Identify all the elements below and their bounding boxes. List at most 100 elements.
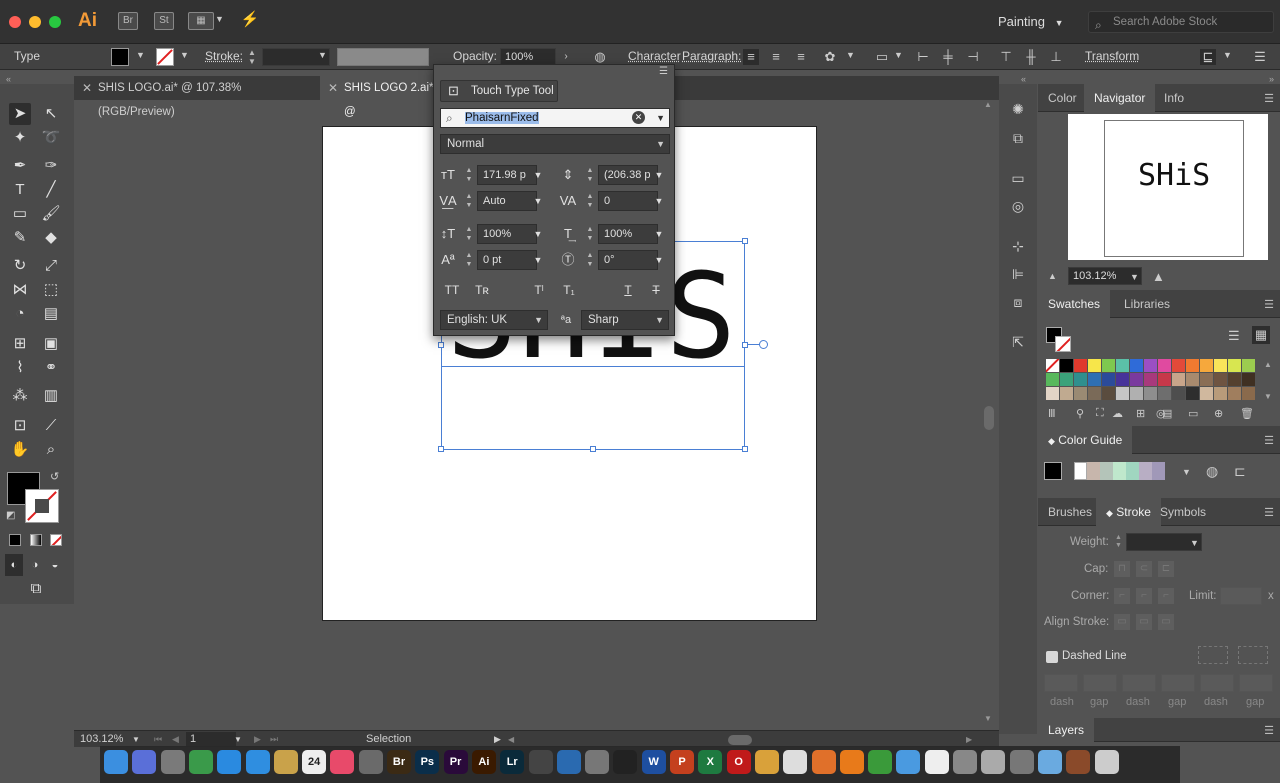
edit-colors-icon[interactable]: ◍: [1206, 463, 1218, 480]
close-icon[interactable]: ✕: [82, 76, 92, 100]
chevron-down-icon[interactable]: ▼: [215, 14, 224, 24]
dock-app-safari[interactable]: [245, 750, 270, 774]
save-color-group-icon[interactable]: ⊏: [1234, 463, 1246, 480]
dock-app-illustrator[interactable]: Ai: [471, 750, 496, 774]
dock-app-word[interactable]: W: [641, 750, 666, 774]
all-caps-icon[interactable]: TT: [442, 280, 462, 300]
close-window-button[interactable]: [9, 16, 21, 28]
grid-view-icon[interactable]: ▦: [1252, 326, 1270, 344]
resize-handle[interactable]: [438, 342, 444, 348]
line-segment-tool-icon[interactable]: ╱: [40, 179, 62, 201]
minimize-window-button[interactable]: [29, 16, 41, 28]
chevron-down-icon[interactable]: ▼: [528, 250, 548, 270]
transform-panel-link[interactable]: Transform: [1085, 49, 1139, 63]
chevron-down-icon[interactable]: ▼: [136, 50, 145, 60]
color-swatch[interactable]: [1102, 387, 1115, 400]
touch-type-tool-button[interactable]: ⊡ Touch Type Tool: [440, 80, 558, 102]
rectangle-tool-icon[interactable]: ▭: [9, 203, 31, 225]
dash-input-2[interactable]: [1122, 674, 1156, 692]
miter-join-icon[interactable]: ⌐: [1114, 588, 1130, 604]
dock-app-screenshot[interactable]: [1009, 750, 1034, 774]
gpu-performance-icon[interactable]: ⚡: [238, 12, 262, 30]
stepper-icon[interactable]: ▲ ▼: [464, 225, 474, 245]
panel-menu-icon[interactable]: ☰: [659, 66, 668, 77]
pathfinder-icon[interactable]: ⧈: [1009, 293, 1027, 311]
stepper-icon[interactable]: ▲ ▼: [585, 166, 595, 186]
dock-app-calendar[interactable]: 24: [302, 750, 327, 774]
color-swatch[interactable]: [1172, 387, 1185, 400]
panel-menu-icon[interactable]: ☰: [1252, 49, 1268, 65]
new-swatch-list-icon[interactable]: ▤: [1162, 407, 1172, 420]
color-guide-swatch[interactable]: [1074, 462, 1087, 480]
horizontal-scrollbar-thumb[interactable]: [728, 735, 752, 745]
perspective-grid-tool-icon[interactable]: ▤: [40, 303, 62, 325]
chevron-down-icon[interactable]: ▼: [649, 191, 669, 211]
dock-app-launchpad[interactable]: [160, 750, 185, 774]
symbol-sprayer-tool-icon[interactable]: ⁂: [9, 385, 31, 407]
chevron-down-icon[interactable]: ▼: [1130, 272, 1139, 282]
color-swatch[interactable]: [1214, 373, 1227, 386]
color-swatch[interactable]: [1158, 373, 1171, 386]
scroll-up-arrow[interactable]: ▲: [984, 100, 992, 109]
butt-cap-icon[interactable]: ⊓: [1114, 561, 1130, 577]
stroke-swatch[interactable]: [156, 48, 174, 66]
color-swatch[interactable]: [1130, 373, 1143, 386]
color-guide-swatch[interactable]: [1044, 462, 1062, 480]
color-swatch[interactable]: [1088, 387, 1101, 400]
font-style-select[interactable]: Normal ▼: [440, 134, 670, 154]
align-center-icon[interactable]: ≡: [768, 49, 784, 65]
align-panel-icon[interactable]: ⊫: [1009, 265, 1027, 283]
color-swatch[interactable]: [1130, 359, 1143, 372]
scroll-down-arrow[interactable]: ▼: [984, 714, 992, 723]
chevron-down-icon[interactable]: ▼: [656, 109, 665, 127]
curvature-tool-icon[interactable]: ✑: [40, 155, 62, 177]
cloud-icon[interactable]: ☁: [1112, 407, 1123, 420]
color-group-icon[interactable]: ⊞: [1136, 407, 1145, 420]
dock-app-document[interactable]: [924, 750, 949, 774]
square-cap-icon[interactable]: ⊏: [1158, 561, 1174, 577]
dock-app-app-store[interactable]: [217, 750, 242, 774]
eyedropper-tool-icon[interactable]: ⌇: [9, 357, 31, 379]
collapse-panel-icon[interactable]: «: [1021, 74, 1026, 84]
color-swatch[interactable]: [1214, 359, 1227, 372]
chevron-down-icon[interactable]: ▼: [649, 165, 669, 185]
underline-icon[interactable]: T: [618, 280, 638, 300]
color-swatch[interactable]: [1172, 359, 1185, 372]
dock-app-folder-2[interactable]: [1037, 750, 1062, 774]
paintbrush-tool-icon[interactable]: 🖌: [40, 203, 62, 225]
miter-limit-input[interactable]: [1220, 587, 1262, 605]
collapse-panel-icon[interactable]: »: [1269, 74, 1274, 84]
color-swatch[interactable]: [1200, 387, 1213, 400]
align-left-icon[interactable]: ≡: [743, 49, 759, 65]
color-swatch[interactable]: [1242, 359, 1255, 372]
magic-wand-tool-icon[interactable]: ✦: [9, 127, 31, 149]
default-fill-stroke-icon[interactable]: ◩: [6, 510, 15, 521]
color-swatch[interactable]: [1060, 359, 1073, 372]
glyph-options-icon[interactable]: ✿: [822, 49, 838, 65]
stepper-icon[interactable]: ▲ ▼: [585, 192, 595, 212]
dock-app-photo[interactable]: [1066, 750, 1091, 774]
transform-panel-icon[interactable]: ⊹: [1009, 237, 1027, 255]
chevron-down-icon[interactable]: ▼: [528, 224, 548, 244]
chevron-down-icon[interactable]: ▼: [1190, 538, 1199, 548]
hand-tool-icon[interactable]: ✋: [9, 439, 31, 461]
dock-app-google-chrome[interactable]: [868, 750, 893, 774]
tab-color-guide[interactable]: ◆ Color Guide: [1038, 426, 1133, 454]
align-dash-icon[interactable]: [1238, 646, 1268, 664]
dashed-line-checkbox[interactable]: [1046, 651, 1058, 663]
chevron-down-icon[interactable]: ▼: [1182, 467, 1191, 477]
zoom-in-icon[interactable]: ▲: [1152, 269, 1165, 284]
color-guide-swatch[interactable]: [1139, 462, 1152, 480]
stock-button[interactable]: St: [154, 12, 174, 30]
draw-normal-icon[interactable]: ◐: [5, 554, 23, 576]
scroll-up-icon[interactable]: ▲: [1264, 360, 1272, 369]
color-guide-swatch[interactable]: [1100, 462, 1113, 480]
vertical-scrollbar[interactable]: ▲ ▼: [983, 100, 995, 730]
bridge-button[interactable]: Br: [118, 12, 138, 30]
chevron-down-icon[interactable]: ▼: [528, 191, 548, 211]
color-swatch[interactable]: [1228, 387, 1241, 400]
chevron-down-icon[interactable]: ▼: [318, 50, 327, 60]
color-swatch[interactable]: [1186, 387, 1199, 400]
lasso-tool-icon[interactable]: ➰: [40, 127, 62, 149]
dock-app-firefox[interactable]: [811, 750, 836, 774]
